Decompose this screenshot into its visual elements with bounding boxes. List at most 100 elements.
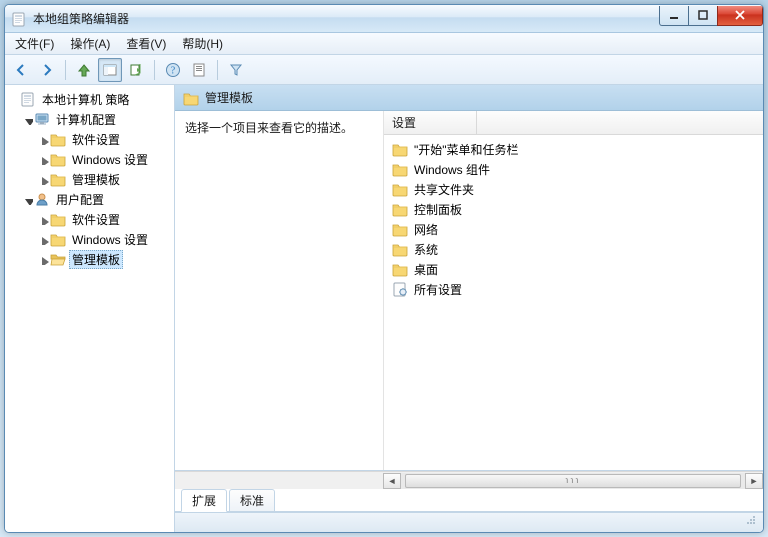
list-item[interactable]: 系统	[384, 239, 763, 259]
tree-computer-windows[interactable]: Windows 设置	[7, 149, 172, 169]
tree-user-windows[interactable]: Windows 设置	[7, 229, 172, 249]
collapse-twisty-icon[interactable]	[21, 114, 33, 125]
scroll-left-button[interactable]: ◄	[383, 473, 401, 489]
forward-button[interactable]	[35, 58, 59, 82]
toolbar	[5, 55, 763, 85]
tree-label: 计算机配置	[53, 110, 119, 129]
gpedit-icon	[20, 91, 36, 107]
folder-icon	[392, 241, 408, 257]
expand-twisty-icon[interactable]	[37, 214, 49, 225]
folder-icon	[50, 131, 66, 147]
menu-action[interactable]: 操作(A)	[64, 33, 116, 54]
list-item-label: Windows 组件	[414, 161, 490, 178]
tree-computer-software[interactable]: 软件设置	[7, 129, 172, 149]
export-button[interactable]	[124, 58, 148, 82]
tree-user-admin[interactable]: 管理模板	[7, 249, 172, 269]
close-button[interactable]	[717, 6, 763, 26]
tree-label: Windows 设置	[69, 230, 151, 249]
tree-label: 软件设置	[69, 130, 123, 149]
list-header[interactable]: 设置	[384, 111, 763, 135]
app-window: 本地组策略编辑器 文件(F) 操作(A) 查看(V) 帮助(H) 本地计算机	[4, 4, 764, 533]
up-button[interactable]	[72, 58, 96, 82]
folder-icon	[392, 141, 408, 157]
tree-user-software[interactable]: 软件设置	[7, 209, 172, 229]
scroll-thumb[interactable]: ℩℩℩	[405, 474, 741, 488]
back-button[interactable]	[9, 58, 33, 82]
expand-twisty-icon[interactable]	[37, 254, 49, 265]
details-header: 管理模板	[175, 85, 763, 111]
show-tree-button[interactable]	[98, 58, 122, 82]
collapse-twisty-icon[interactable]	[21, 194, 33, 205]
folder-icon	[392, 201, 408, 217]
folder-icon	[392, 161, 408, 177]
tab-standard[interactable]: 标准	[229, 489, 275, 512]
folder-icon	[392, 181, 408, 197]
list-item-label: 所有设置	[414, 281, 462, 298]
menu-help[interactable]: 帮助(H)	[176, 33, 229, 54]
statusbar	[175, 512, 763, 532]
tab-extended[interactable]: 扩展	[181, 489, 227, 512]
list-item[interactable]: 桌面	[384, 259, 763, 279]
folder-icon	[392, 261, 408, 277]
expand-twisty-icon[interactable]	[37, 154, 49, 165]
folder-icon	[50, 151, 66, 167]
column-header-label: 设置	[392, 114, 416, 131]
folder-icon	[183, 90, 199, 106]
tree-root[interactable]: 本地计算机 策略	[7, 89, 172, 109]
window-controls	[660, 6, 763, 26]
list-item[interactable]: 网络	[384, 219, 763, 239]
tree-computer-config[interactable]: 计算机配置	[7, 109, 172, 129]
toolbar-separator	[217, 60, 218, 80]
list-item-label: 系统	[414, 241, 438, 258]
toolbar-separator	[65, 60, 66, 80]
scroll-right-button[interactable]: ►	[745, 473, 763, 489]
tree-label: 软件设置	[69, 210, 123, 229]
column-header-setting[interactable]: 设置	[392, 111, 477, 134]
tree-computer-admin[interactable]: 管理模板	[7, 169, 172, 189]
list-item[interactable]: "开始"菜单和任务栏	[384, 139, 763, 159]
menu-file[interactable]: 文件(F)	[9, 33, 60, 54]
details-content: 选择一个项目来查看它的描述。 设置 "开始"菜单和任务栏 Windows 组件共享…	[175, 111, 763, 471]
expand-twisty-icon[interactable]	[37, 234, 49, 245]
list-item-label: 桌面	[414, 261, 438, 278]
list-item-label: 共享文件夹	[414, 181, 474, 198]
list-item-label: "开始"菜单和任务栏	[414, 141, 519, 158]
folder-icon	[50, 171, 66, 187]
toolbar-separator	[154, 60, 155, 80]
tree-pane[interactable]: 本地计算机 策略 计算机配置 软件设置 Windows 设置 管理模板	[5, 85, 175, 532]
details-pane: 管理模板 选择一个项目来查看它的描述。 设置 "开始"菜单和任务栏 Windows…	[175, 85, 763, 532]
expand-twisty-icon[interactable]	[37, 134, 49, 145]
minimize-button[interactable]	[659, 6, 689, 26]
folder-icon	[50, 211, 66, 227]
expand-twisty-icon[interactable]	[37, 174, 49, 185]
settings-icon	[392, 281, 408, 297]
folder-icon	[50, 231, 66, 247]
tree-label: 用户配置	[53, 190, 107, 209]
menu-view[interactable]: 查看(V)	[120, 33, 172, 54]
list-item[interactable]: 共享文件夹	[384, 179, 763, 199]
client-area: 本地计算机 策略 计算机配置 软件设置 Windows 设置 管理模板	[5, 85, 763, 532]
tab-label: 标准	[240, 494, 264, 508]
computer-icon	[34, 111, 50, 127]
tree-user-config[interactable]: 用户配置	[7, 189, 172, 209]
list-item[interactable]: 控制面板	[384, 199, 763, 219]
scroll-track[interactable]: ℩℩℩	[401, 473, 745, 489]
list-item[interactable]: Windows 组件	[384, 159, 763, 179]
description-column: 选择一个项目来查看它的描述。	[175, 111, 383, 470]
details-title: 管理模板	[205, 89, 253, 106]
list-item-label: 网络	[414, 221, 438, 238]
list-body[interactable]: "开始"菜单和任务栏 Windows 组件共享文件夹控制面板网络系统桌面所有设置	[384, 135, 763, 470]
tab-label: 扩展	[192, 494, 216, 508]
filter-button[interactable]	[224, 58, 248, 82]
resize-grip-icon[interactable]	[743, 512, 757, 526]
properties-button[interactable]	[187, 58, 211, 82]
list-item-label: 控制面板	[414, 201, 462, 218]
titlebar[interactable]: 本地组策略编辑器	[5, 5, 763, 33]
window-title: 本地组策略编辑器	[33, 10, 129, 27]
help-button[interactable]	[161, 58, 185, 82]
list-item[interactable]: 所有设置	[384, 279, 763, 299]
folder-icon	[392, 221, 408, 237]
user-icon	[34, 191, 50, 207]
maximize-button[interactable]	[688, 6, 718, 26]
tree-label: Windows 设置	[69, 150, 151, 169]
